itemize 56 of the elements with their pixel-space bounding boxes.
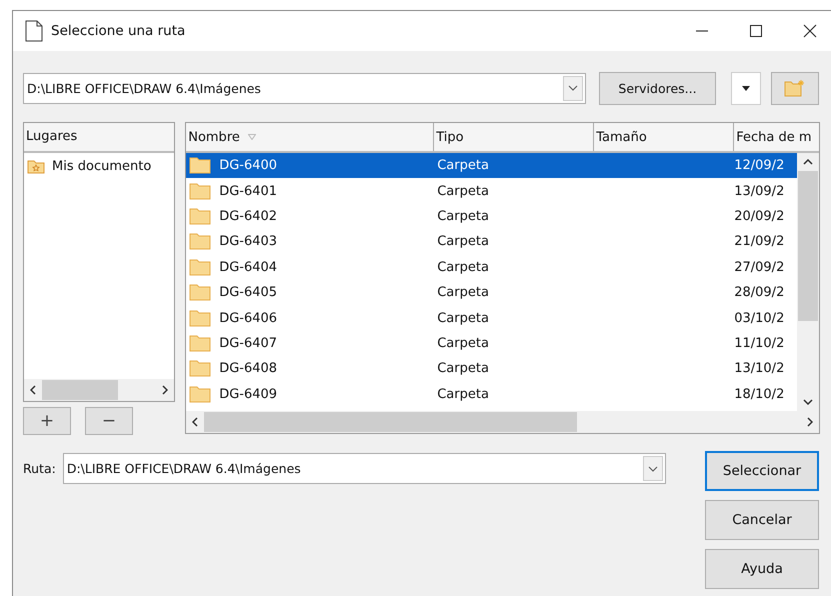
file-row[interactable]: DG-6406 Carpeta 03/10/2 <box>186 305 798 331</box>
file-type: Carpeta <box>437 336 489 351</box>
file-date: 11/10/2 <box>734 336 784 351</box>
column-header[interactable]: Tamaño <box>594 123 734 151</box>
file-date: 13/10/2 <box>734 361 784 376</box>
file-row[interactable]: DG-6407 Carpeta 11/10/2 <box>186 330 798 356</box>
file-row[interactable]: DG-6403 Carpeta 21/09/2 <box>186 229 798 255</box>
place-button[interactable]: − <box>85 407 133 435</box>
file-name: DG-6404 <box>219 260 278 275</box>
file-date: 13/09/2 <box>734 184 784 199</box>
file-type: Carpeta <box>437 386 489 402</box>
file-type: Carpeta <box>437 361 489 376</box>
file-row[interactable]: DG-6404 Carpeta 27/09/2 <box>186 254 798 280</box>
file-name: DG-6401 <box>219 184 278 199</box>
file-date: 12/09/2 <box>734 158 784 174</box>
servers-button[interactable]: Servidores... <box>599 72 716 104</box>
file-row[interactable]: DG-6408 Carpeta 13/10/2 <box>186 356 798 382</box>
file-type: Carpeta <box>437 285 489 300</box>
path-field[interactable]: D:\LIBRE OFFICE\DRAW 6.4\Imágenes <box>62 453 666 484</box>
path-label: Ruta: <box>23 461 56 476</box>
path-combo[interactable]: D:\LIBRE OFFICE\DRAW 6.4\Imágenes <box>23 72 586 104</box>
file-type: Carpeta <box>437 158 489 174</box>
file-row[interactable]: DG-6402 Carpeta 20/09/2 <box>186 204 798 230</box>
column-header[interactable]: Nombre <box>186 123 434 151</box>
file-name: DG-6400 <box>219 158 278 174</box>
file-type: Carpeta <box>437 234 489 250</box>
window-title: Seleccione una ruta <box>51 23 186 39</box>
file-row[interactable]: DG-6405 Carpeta 28/09/2 <box>186 280 798 306</box>
file-row[interactable]: DG-6400 Carpeta 12/09/2 <box>186 153 798 178</box>
column-header[interactable]: Fecha de m <box>734 123 819 151</box>
file-type: Carpeta <box>437 260 489 275</box>
file-name: DG-6407 <box>219 336 278 351</box>
file-name: DG-6405 <box>219 285 278 300</box>
file-row[interactable]: DG-6401 Carpeta 13/09/2 <box>186 178 798 204</box>
dialog-button[interactable]: Seleccionar <box>705 451 819 491</box>
places-header: Lugares <box>24 123 174 153</box>
file-date: 18/10/2 <box>734 386 784 402</box>
file-type: Carpeta <box>437 184 489 199</box>
places-item[interactable]: Mis documento <box>24 153 174 179</box>
file-date: 03/10/2 <box>734 310 784 326</box>
file-type: Carpeta <box>437 310 489 326</box>
place-button[interactable]: + <box>23 407 71 435</box>
file-name: DG-6402 <box>219 208 278 224</box>
file-name: DG-6403 <box>219 234 278 250</box>
file-type: Carpeta <box>437 208 489 224</box>
dialog-button[interactable]: Cancelar <box>705 500 819 540</box>
file-row[interactable]: DG-6409 Carpeta 18/10/2 <box>186 382 798 407</box>
dialog-button[interactable]: Ayuda <box>705 549 819 589</box>
file-date: 27/09/2 <box>734 260 784 275</box>
file-date: 20/09/2 <box>734 208 784 224</box>
file-name: DG-6406 <box>219 310 278 326</box>
column-header[interactable]: Tipo <box>434 123 594 151</box>
file-name: DG-6409 <box>219 386 278 402</box>
file-name: DG-6408 <box>219 361 278 376</box>
file-date: 21/09/2 <box>734 234 784 250</box>
file-date: 28/09/2 <box>734 285 784 300</box>
